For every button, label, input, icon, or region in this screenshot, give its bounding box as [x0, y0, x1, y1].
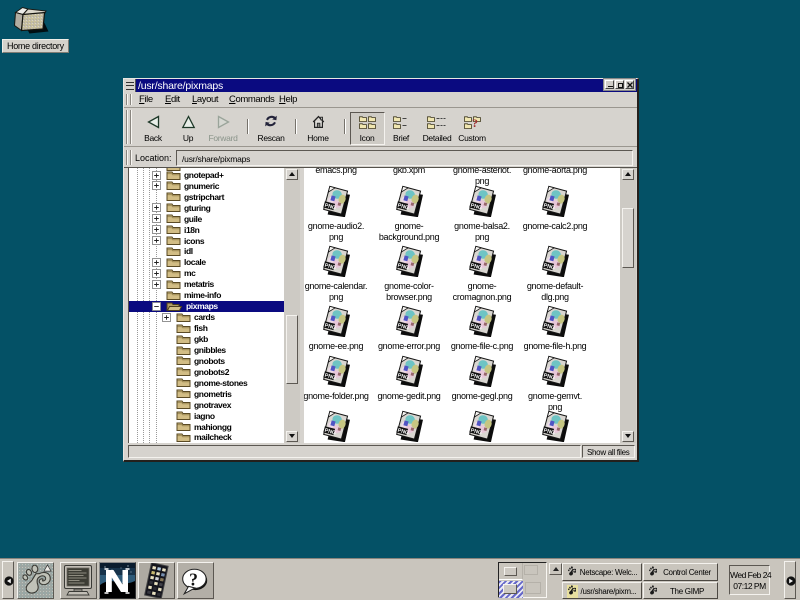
svg-text:?: ? [472, 116, 478, 129]
